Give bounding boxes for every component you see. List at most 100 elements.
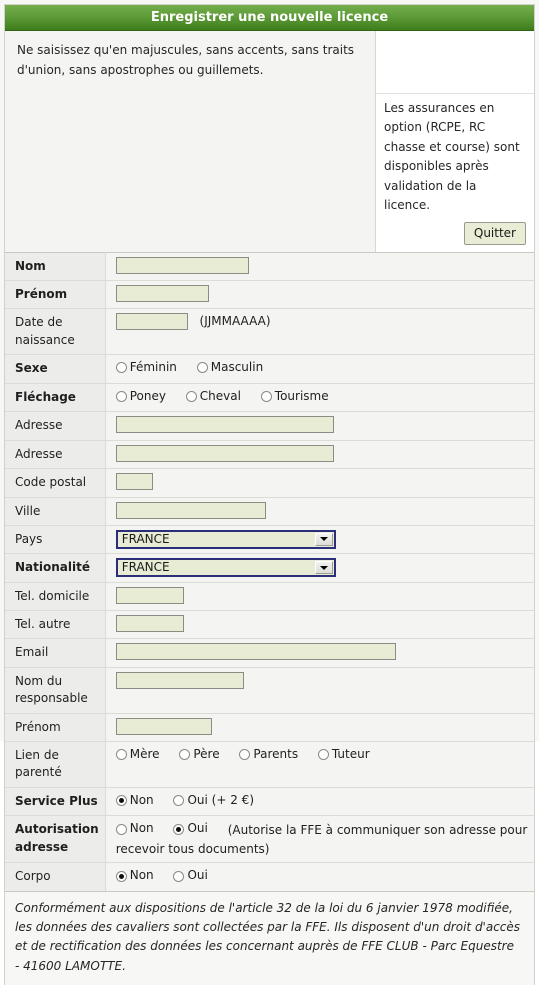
radio-icon <box>196 362 208 374</box>
radio-icon <box>115 390 127 402</box>
radio-icon <box>317 749 329 761</box>
cell-prenom-responsable <box>105 713 534 742</box>
row-adresse-1: Adresse <box>5 411 534 441</box>
sexe-option-feminin[interactable]: Féminin <box>115 359 177 376</box>
row-flechage: Fléchage Poney Cheval Tourisme <box>5 383 534 412</box>
corpo-option-non[interactable]: Non <box>115 867 154 884</box>
autorisation-option-non[interactable]: Non <box>115 820 154 837</box>
ville-input[interactable] <box>115 501 266 519</box>
side-panel: Les assurances en option (RCPE, RC chass… <box>375 31 534 252</box>
label-adresse-2: Adresse <box>5 440 106 469</box>
lien-parente-option-parents[interactable]: Parents <box>239 746 298 763</box>
sexe-radio-group: Féminin Masculin <box>115 359 528 379</box>
label-autorisation-adresse: Autorisation adresse <box>5 815 106 863</box>
flechage-option-tourisme[interactable]: Tourisme <box>260 388 329 405</box>
row-lien-parente: Lien de parenté Mère Père Parents Tuteur <box>5 741 534 788</box>
cell-code-postal <box>105 468 534 498</box>
radio-icon <box>115 749 127 761</box>
autorisation-option-label: Oui <box>187 821 208 836</box>
license-form-table: Nom Prénom Date de naissance (JJMMAAAA) <box>5 251 534 891</box>
label-flechage: Fléchage <box>5 383 106 412</box>
corpo-option-label: Non <box>129 868 154 883</box>
lien-parente-option-label: Mère <box>129 747 160 762</box>
label-prenom-responsable: Prénom <box>5 713 106 742</box>
flechage-option-label: Poney <box>129 388 166 403</box>
service-plus-option-label: Oui (+ 2 €) <box>187 792 254 807</box>
label-corpo: Corpo <box>5 862 106 891</box>
row-corpo: Corpo Non Oui <box>5 862 534 891</box>
flechage-option-poney[interactable]: Poney <box>115 388 166 405</box>
row-autorisation-adresse: Autorisation adresse Non Oui (Autorise l… <box>5 815 534 863</box>
pays-select[interactable]: FRANCE <box>115 529 336 549</box>
adresse-2-input[interactable] <box>115 444 334 462</box>
cell-adresse-1 <box>105 411 534 441</box>
row-ville: Ville <box>5 497 534 526</box>
quit-button[interactable]: Quitter <box>463 221 526 245</box>
radio-icon <box>115 362 127 374</box>
row-nom: Nom <box>5 252 534 281</box>
nationalite-select[interactable]: FRANCE <box>115 558 336 578</box>
lien-parente-option-pere[interactable]: Père <box>179 746 220 763</box>
lien-parente-option-tuteur[interactable]: Tuteur <box>317 746 370 763</box>
label-tel-domicile: Tel. domicile <box>5 582 106 611</box>
nationalite-selected-value: FRANCE <box>121 560 170 575</box>
cell-date-naissance: (JJMMAAAA) <box>105 308 534 355</box>
service-plus-option-non[interactable]: Non <box>115 792 154 809</box>
chevron-down-icon[interactable] <box>314 532 333 546</box>
cell-pays: FRANCE <box>105 525 534 554</box>
radio-icon <box>260 390 272 402</box>
prenom-responsable-input[interactable] <box>115 717 212 735</box>
license-form-frame: Enregistrer une nouvelle licence Ne sais… <box>4 4 535 985</box>
sexe-option-label: Masculin <box>210 360 264 375</box>
row-code-postal: Code postal <box>5 468 534 498</box>
nom-input[interactable] <box>115 256 249 274</box>
radio-icon-selected <box>173 823 185 835</box>
cell-prenom <box>105 280 534 309</box>
email-input[interactable] <box>115 643 396 661</box>
cell-nationalite: FRANCE <box>105 553 534 583</box>
tel-domicile-input[interactable] <box>115 586 184 604</box>
row-pays: Pays FRANCE <box>5 525 534 554</box>
label-nom: Nom <box>5 252 106 281</box>
radio-icon <box>239 749 251 761</box>
code-postal-input[interactable] <box>115 473 153 491</box>
date-naissance-input[interactable] <box>115 313 188 331</box>
sexe-option-label: Féminin <box>129 360 177 375</box>
flechage-option-label: Cheval <box>199 388 241 403</box>
date-format-hint: (JJMMAAAA) <box>199 314 271 329</box>
cell-flechage: Poney Cheval Tourisme <box>105 383 534 412</box>
tel-autre-input[interactable] <box>115 615 184 633</box>
top-area: Ne saisissez qu'en majuscules, sans acce… <box>5 31 534 252</box>
label-code-postal: Code postal <box>5 468 106 498</box>
flechage-option-cheval[interactable]: Cheval <box>185 388 241 405</box>
row-email: Email <box>5 638 534 668</box>
sexe-option-masculin[interactable]: Masculin <box>196 359 264 376</box>
label-date-naissance: Date de naissance <box>5 308 106 355</box>
nom-responsable-input[interactable] <box>115 671 244 689</box>
lien-parente-option-label: Père <box>193 747 220 762</box>
chevron-down-icon[interactable] <box>314 561 333 575</box>
lien-parente-option-mere[interactable]: Mère <box>115 746 160 763</box>
adresse-1-input[interactable] <box>115 416 334 434</box>
radio-icon <box>173 795 185 806</box>
prenom-input[interactable] <box>115 285 209 303</box>
lien-parente-radio-group: Mère Père Parents Tuteur <box>115 746 528 766</box>
autorisation-option-oui[interactable]: Oui <box>173 820 208 837</box>
cell-lien-parente: Mère Père Parents Tuteur <box>105 741 534 788</box>
service-plus-option-oui[interactable]: Oui (+ 2 €) <box>173 792 254 809</box>
label-nationalite: Nationalité <box>5 553 106 583</box>
side-panel-actions: Quitter <box>376 218 534 252</box>
label-nom-responsable: Nom du responsable <box>5 667 106 714</box>
row-sexe: Sexe Féminin Masculin <box>5 354 534 384</box>
radio-icon <box>173 870 185 882</box>
label-prenom: Prénom <box>5 280 106 309</box>
insurance-notice: Les assurances en option (RCPE, RC chass… <box>384 101 520 213</box>
cell-corpo: Non Oui <box>105 862 534 891</box>
lien-parente-option-label: Parents <box>253 747 299 762</box>
corpo-option-oui[interactable]: Oui <box>173 867 208 884</box>
legal-notice: Conformément aux dispositions de l'artic… <box>5 890 534 985</box>
radio-icon <box>115 823 127 835</box>
radio-icon-selected <box>115 870 127 882</box>
label-pays: Pays <box>5 525 106 554</box>
row-tel-domicile: Tel. domicile <box>5 582 534 611</box>
